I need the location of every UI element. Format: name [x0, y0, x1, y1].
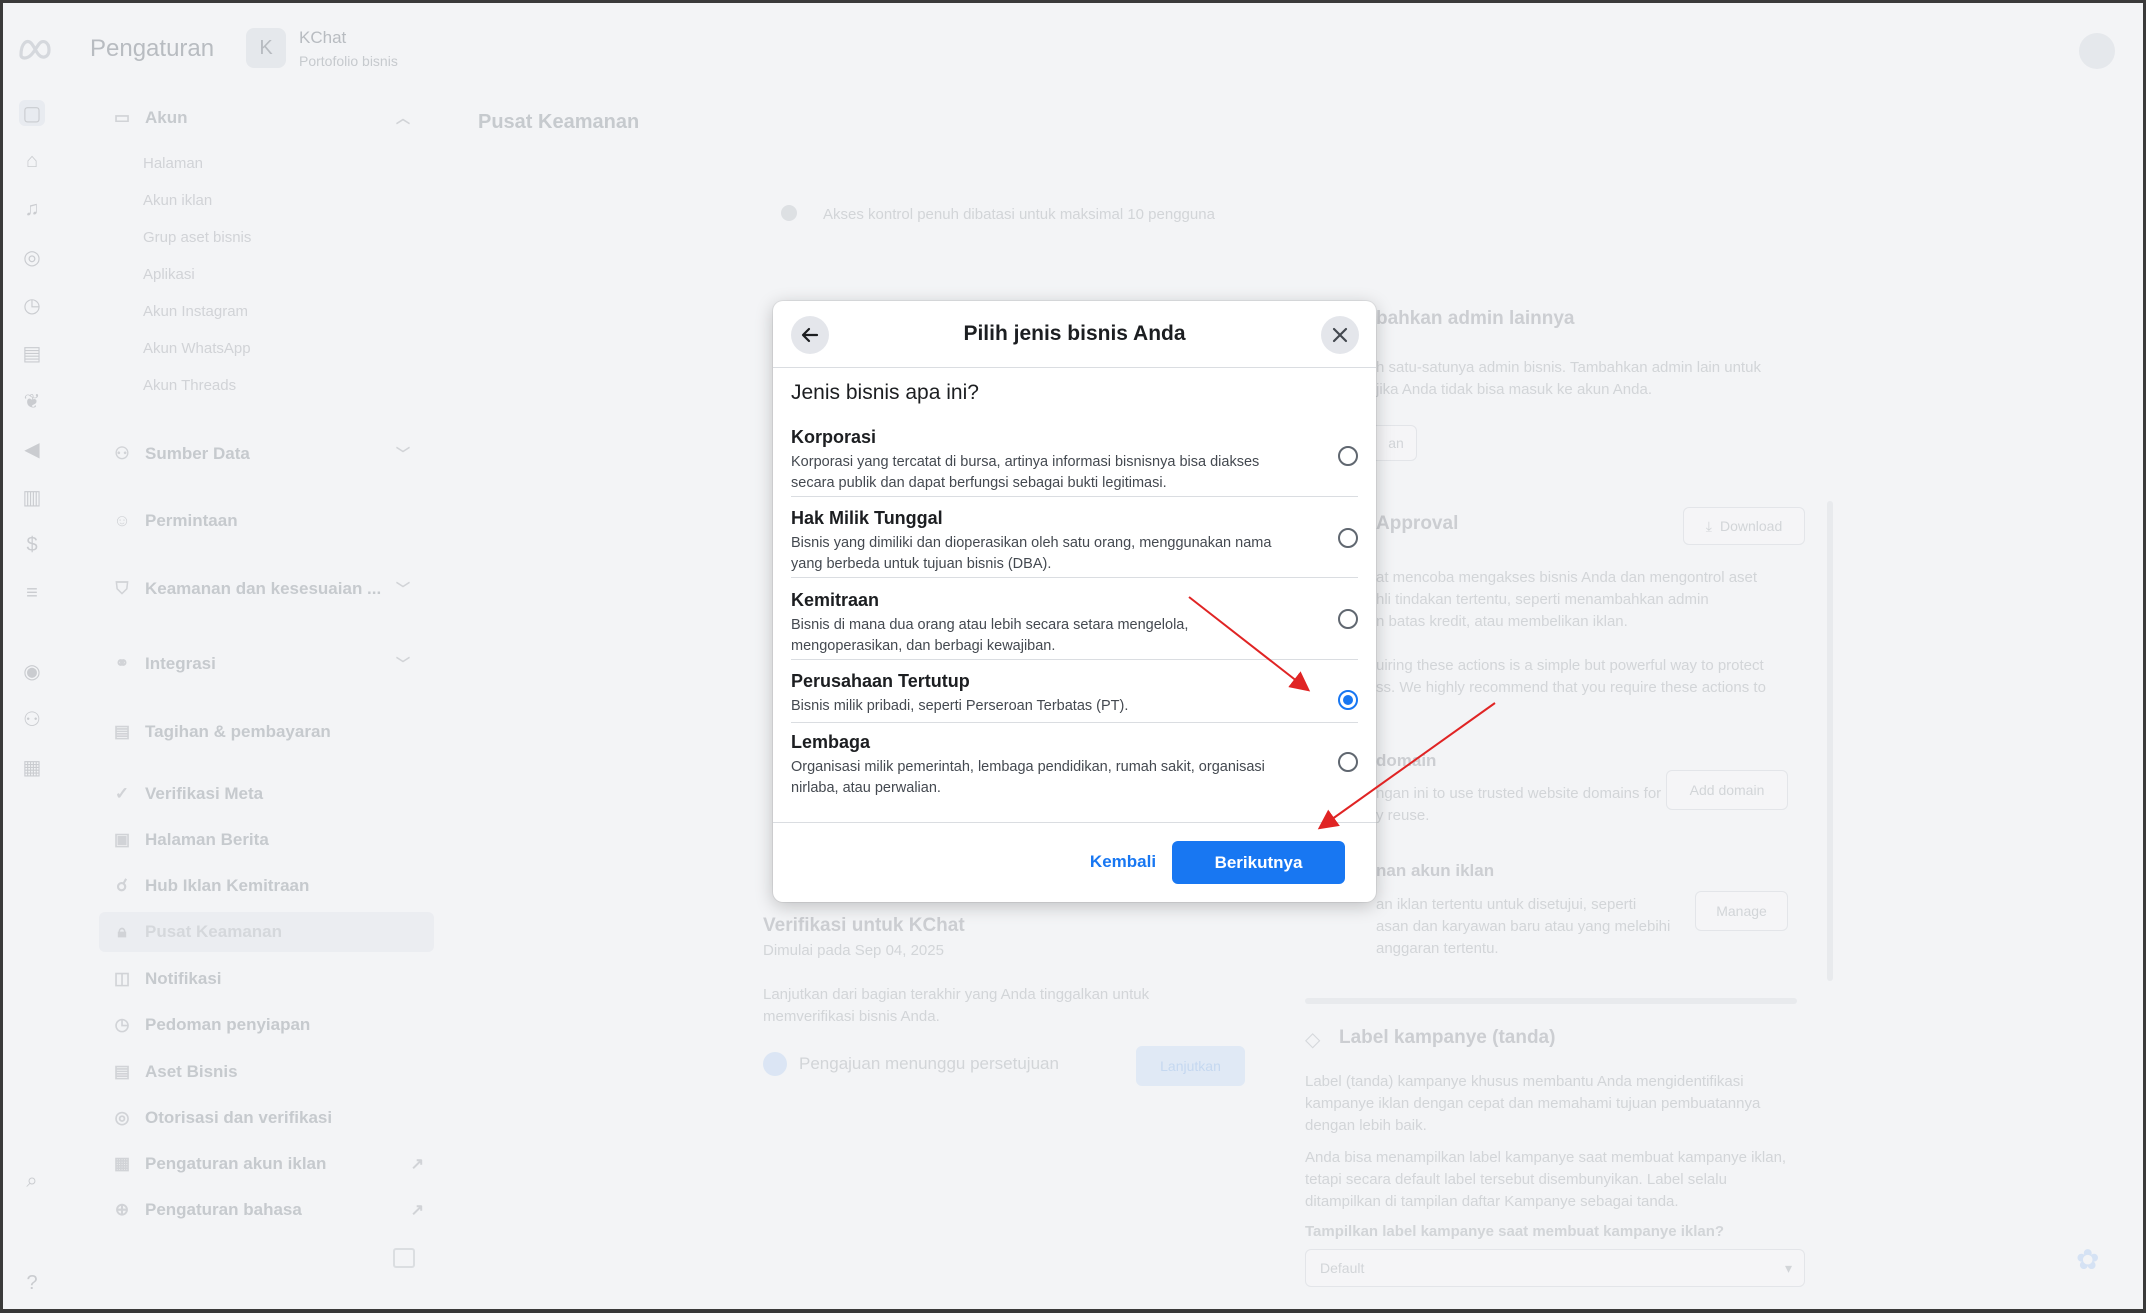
dialog-header: Pilih jenis bisnis Anda: [773, 301, 1376, 368]
option-title: Kemitraan: [791, 590, 880, 610]
option-perusahaan-tertutup[interactable]: Perusahaan Tertutup Bisnis milik pribadi…: [791, 671, 1358, 723]
option-title: Hak Milik Tunggal: [791, 508, 943, 528]
option-korporasi[interactable]: Korporasi Korporasi yang tercatat di bur…: [791, 427, 1358, 497]
kembali-button[interactable]: Kembali: [1063, 841, 1183, 883]
option-title: Lembaga: [791, 732, 871, 752]
option-kemitraan[interactable]: Kemitraan Bisnis di mana dua orang atau …: [791, 590, 1358, 660]
option-description: Bisnis yang dimiliki dan dioperasikan ol…: [791, 535, 1272, 572]
option-hak-milik-tunggal[interactable]: Hak Milik Tunggal Bisnis yang dimiliki d…: [791, 508, 1358, 578]
close-button[interactable]: [1321, 316, 1359, 354]
business-type-dialog: Pilih jenis bisnis Anda Jenis bisnis apa…: [773, 301, 1376, 902]
radio-lembaga[interactable]: [1338, 752, 1358, 772]
option-description: Bisnis milik pribadi, seperti Perseroan …: [791, 698, 1129, 714]
option-description: Korporasi yang tercatat di bursa, artiny…: [791, 454, 1260, 491]
radio-perusahaan-tertutup[interactable]: [1338, 690, 1358, 710]
option-title: Perusahaan Tertutup: [791, 671, 970, 691]
app-window: Pengaturan K KChat Portofolio bisnis ▢ ⌂…: [0, 0, 2146, 1313]
radio-kemitraan[interactable]: [1338, 609, 1358, 629]
radio-korporasi[interactable]: [1338, 446, 1358, 466]
option-description: Bisnis di mana dua orang atau lebih seca…: [791, 617, 1189, 654]
dialog-question: Jenis bisnis apa ini?: [791, 381, 979, 404]
close-icon: [1332, 327, 1348, 343]
radio-hak-milik-tunggal[interactable]: [1338, 528, 1358, 548]
option-description: Organisasi milik pemerintah, lembaga pen…: [791, 759, 1265, 796]
berikutnya-button[interactable]: Berikutnya: [1172, 841, 1345, 884]
dialog-title: Pilih jenis bisnis Anda: [963, 322, 1186, 345]
option-title: Korporasi: [791, 427, 877, 447]
option-lembaga[interactable]: Lembaga Organisasi milik pemerintah, lem…: [791, 732, 1358, 804]
dialog-footer: Kembali Berikutnya: [773, 822, 1376, 902]
